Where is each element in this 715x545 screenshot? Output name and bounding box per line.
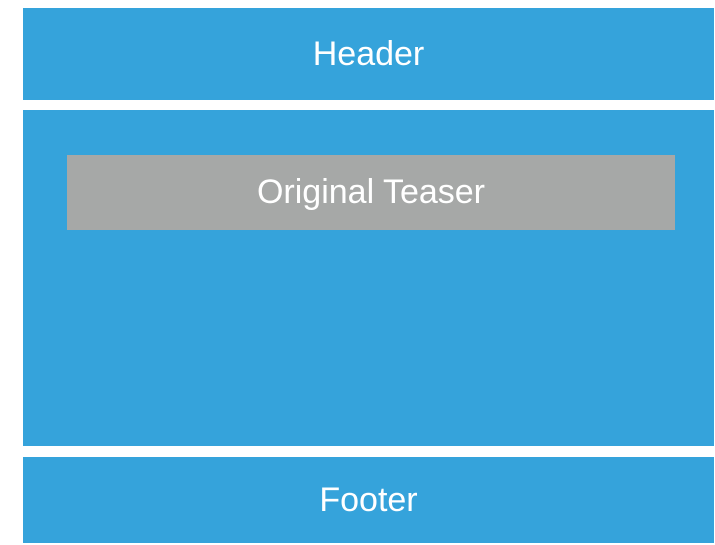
footer-label: Footer [319, 480, 418, 519]
main-content-region: Original Teaser [23, 110, 714, 446]
teaser-label: Original Teaser [256, 173, 486, 211]
header-label: Header [312, 34, 425, 73]
header-region: Header [23, 8, 714, 100]
footer-region: Footer [23, 457, 714, 543]
teaser-box: Original Teaser [67, 155, 675, 230]
